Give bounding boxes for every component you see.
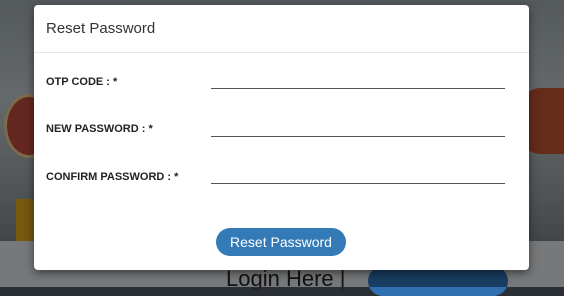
reset-password-button[interactable]: Reset Password: [216, 228, 346, 256]
modal-title: Reset Password: [46, 20, 156, 37]
confirm-password-label: CONFIRM PASSWORD : *: [46, 171, 179, 183]
new-password-input[interactable]: [211, 116, 505, 137]
modal-header: Reset Password: [34, 5, 529, 53]
otp-code-label: OTP CODE : *: [46, 76, 118, 88]
new-password-label: NEW PASSWORD : *: [46, 123, 153, 135]
confirm-password-input[interactable]: [211, 163, 505, 184]
reset-password-modal: Reset Password OTP CODE : * NEW PASSWORD…: [34, 5, 529, 270]
otp-code-input[interactable]: [211, 68, 505, 89]
